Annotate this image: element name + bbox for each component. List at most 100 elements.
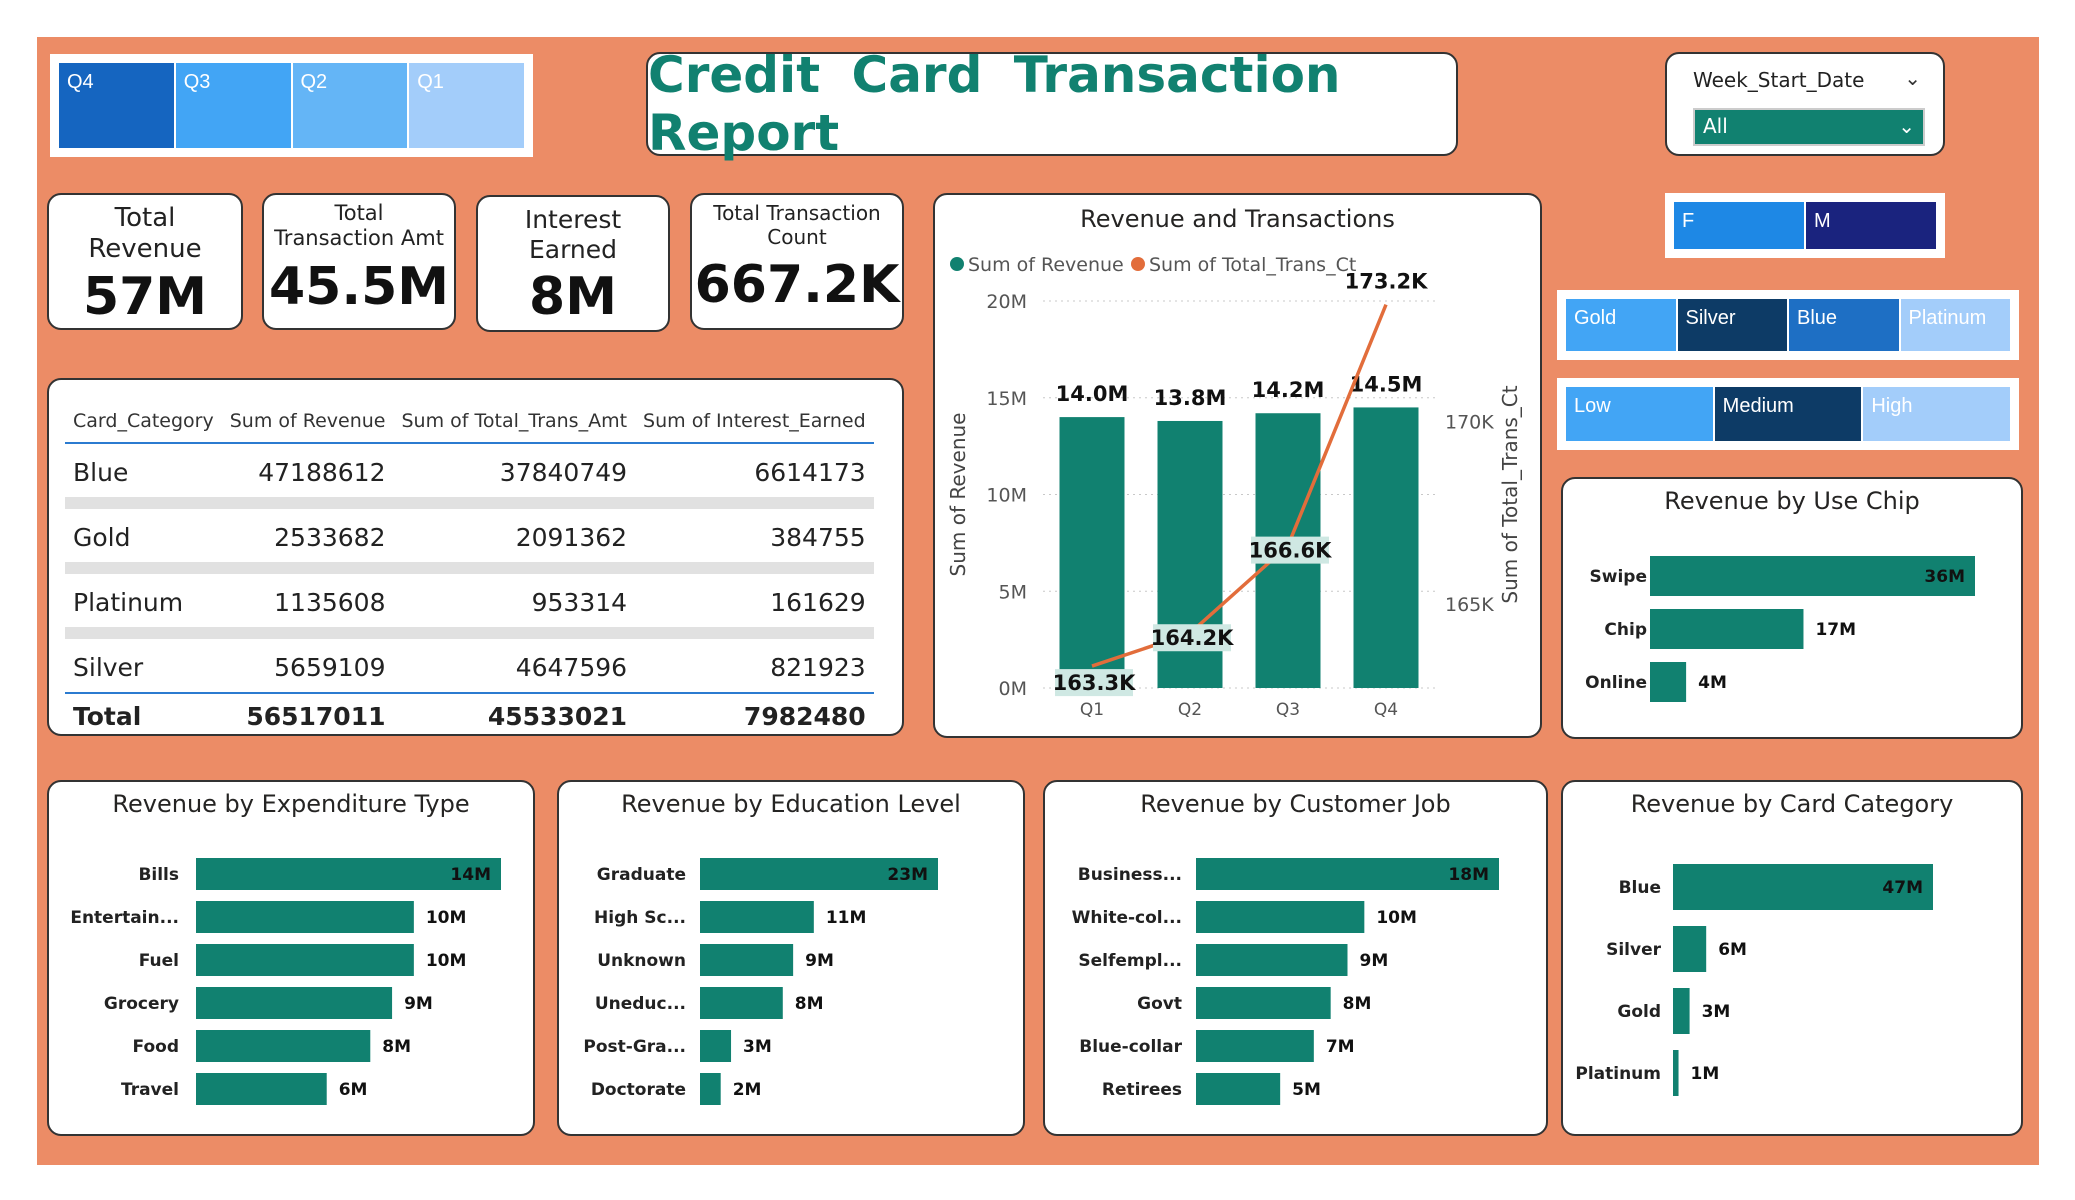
column-header[interactable]: Sum of Interest_Earned bbox=[635, 394, 874, 444]
category-label: Business... bbox=[1078, 865, 1182, 885]
quarter-slicer-tile[interactable]: Q4 bbox=[59, 63, 174, 148]
category-label: White-col... bbox=[1072, 908, 1182, 928]
bar bbox=[1650, 662, 1687, 702]
bar-data-label: 6M bbox=[1718, 940, 1747, 960]
category-label: Fuel bbox=[139, 951, 179, 971]
week-filter[interactable]: Week_Start_Date ⌄ All ⌄ bbox=[1665, 52, 1945, 156]
bar-data-label: 10M bbox=[426, 908, 467, 928]
customer-job-chart: Revenue by Customer Job Business... 18M Wh… bbox=[1043, 780, 1548, 1136]
table-total-row: Total 56517011 45533021 7982480 bbox=[65, 692, 874, 741]
hbar-chart-svg: Bills 14M Entertain... 10M Fuel 10M Grocery 9M F… bbox=[70, 858, 501, 1105]
category-label: Travel bbox=[121, 1080, 179, 1100]
card-slicer-tile[interactable]: Blue bbox=[1789, 299, 1899, 351]
category-label: Online bbox=[1585, 673, 1647, 693]
category-label: Govt bbox=[1137, 994, 1182, 1014]
y-tick-label: 15M bbox=[986, 388, 1027, 410]
bar bbox=[1196, 901, 1365, 933]
category-label: Chip bbox=[1604, 620, 1647, 640]
gender-slicer[interactable]: FM bbox=[1665, 193, 1945, 258]
category-label: Doctorate bbox=[591, 1080, 686, 1100]
combo-chart-svg: Sum of Revenue Sum of Total_Trans_Ct 0M 5M 1… bbox=[946, 254, 1522, 720]
income-slicer-tile[interactable]: Medium bbox=[1714, 387, 1862, 441]
table-header-row: Card_Category Sum of Revenue Sum of Tota… bbox=[65, 394, 874, 444]
bar bbox=[1196, 944, 1348, 976]
legend-label: Sum of Revenue bbox=[968, 254, 1124, 276]
bar-data-label: 14.2M bbox=[1252, 378, 1325, 402]
hbar-chart-svg: Business... 18M White-col... 10M Selfempl...… bbox=[1072, 858, 1499, 1105]
bar-q4 bbox=[1353, 407, 1419, 688]
kpi-interest-earned: Interest Earned 8M bbox=[476, 195, 670, 332]
quarter-slicer[interactable]: Q4 Q3 Q2 Q1 bbox=[50, 54, 533, 157]
bar bbox=[196, 1030, 371, 1062]
quarter-slicer-tile[interactable]: Q2 bbox=[292, 63, 408, 148]
bar bbox=[1196, 987, 1331, 1019]
y-tick-label: 10M bbox=[986, 485, 1027, 507]
line-data-label: 163.3K bbox=[1053, 671, 1136, 695]
week-filter-select[interactable]: All ⌄ bbox=[1693, 108, 1925, 146]
expenditure-type-chart: Revenue by Expenditure Type Bills 14M Ente… bbox=[47, 780, 535, 1136]
bar bbox=[1673, 988, 1690, 1034]
bar-data-label: 3M bbox=[743, 1037, 772, 1057]
card-category-slicer[interactable]: Gold Silver Blue Platinum bbox=[1557, 290, 2019, 360]
bar-data-label: 4M bbox=[1698, 673, 1727, 693]
income-slicer-tile[interactable]: Low bbox=[1566, 387, 1713, 441]
column-header[interactable]: Sum of Revenue bbox=[221, 394, 394, 444]
category-label: Silver bbox=[1606, 940, 1662, 960]
table-cell: 384755 bbox=[635, 503, 874, 574]
chevron-down-icon[interactable]: ⌄ bbox=[1904, 66, 1921, 90]
category-label: Blue bbox=[1619, 878, 1661, 898]
income-slicer-tile[interactable]: High bbox=[1863, 387, 2011, 441]
bar bbox=[700, 1073, 721, 1105]
kpi-label: Interest Earned bbox=[524, 205, 622, 264]
education-level-chart: Revenue by Education Level Graduate 23M Hi… bbox=[557, 780, 1025, 1136]
category-label: Entertain... bbox=[70, 908, 179, 928]
category-label: Gold bbox=[1617, 1002, 1661, 1022]
quarter-slicer-tile[interactable]: Q3 bbox=[175, 63, 291, 148]
bar-data-label: 7M bbox=[1326, 1037, 1355, 1057]
use-chip-chart: Revenue by Use Chip Swipe 36M Chip 17M Onlin… bbox=[1561, 477, 2023, 739]
chart-legend: Sum of Revenue Sum of Total_Trans_Ct bbox=[950, 254, 1356, 276]
card-slicer-tile[interactable]: Gold bbox=[1566, 299, 1676, 351]
bar-data-label: 10M bbox=[1376, 908, 1417, 928]
category-label: Retirees bbox=[1102, 1080, 1182, 1100]
table-cell: Gold bbox=[65, 503, 222, 574]
table-cell: Platinum bbox=[65, 568, 222, 639]
bar-data-label: 5M bbox=[1292, 1080, 1321, 1100]
bar-data-label: 1M bbox=[1691, 1064, 1720, 1084]
kpi-value: 45.5M bbox=[268, 257, 450, 318]
y2-tick-label: 165K bbox=[1445, 594, 1494, 616]
bar-data-label: 18M bbox=[1448, 865, 1489, 885]
hbar-chart-svg: Blue 47M Silver 6M Gold 3M Platinum 1M bbox=[1575, 864, 1933, 1096]
bar-data-label: 36M bbox=[1924, 567, 1965, 587]
quarter-slicer-tile[interactable]: Q1 bbox=[409, 63, 524, 148]
line-data-label: 166.6K bbox=[1249, 539, 1332, 563]
income-slicer[interactable]: Low Medium High bbox=[1557, 378, 2019, 450]
kpi-value: 8M bbox=[529, 267, 617, 327]
y-tick-label: 20M bbox=[986, 291, 1027, 313]
line-data-label: 164.2K bbox=[1151, 626, 1234, 650]
card-slicer-tile[interactable]: Silver bbox=[1677, 299, 1787, 351]
bar bbox=[1196, 1073, 1281, 1105]
category-label: Swipe bbox=[1590, 567, 1647, 587]
column-header[interactable]: Card_Category bbox=[65, 394, 222, 444]
table-row[interactable]: Platinum 1135608 953314 161629 bbox=[65, 568, 874, 639]
column-header[interactable]: Sum of Total_Trans_Amt bbox=[393, 394, 636, 444]
category-label: Grocery bbox=[104, 994, 179, 1014]
table-row[interactable]: Gold 2533682 2091362 384755 bbox=[65, 503, 874, 574]
table-row[interactable]: Silver 5659109 4647596 821923 bbox=[65, 633, 874, 693]
bar-data-label: 2M bbox=[733, 1080, 762, 1100]
bar-data-label: 14.0M bbox=[1056, 382, 1129, 406]
gender-slicer-tile[interactable]: F bbox=[1674, 202, 1804, 249]
bar-data-label: 17M bbox=[1815, 620, 1856, 640]
hbar-chart-svg: Graduate 23M High Sc... 11M Unknown 9M Uneduc.… bbox=[583, 858, 938, 1105]
category-label: Platinum bbox=[1575, 1064, 1661, 1084]
bar-data-label: 23M bbox=[887, 865, 928, 885]
table-row[interactable]: Blue 47188612 37840749 6614173 bbox=[65, 443, 874, 509]
gender-slicer-tile[interactable]: M bbox=[1806, 202, 1936, 249]
line-data-label: 173.2K bbox=[1345, 270, 1428, 294]
card-slicer-tile[interactable]: Platinum bbox=[1900, 299, 2010, 351]
kpi-value: 57M bbox=[82, 267, 208, 328]
bar bbox=[196, 901, 414, 933]
x-tick-label: Q4 bbox=[1374, 700, 1398, 720]
bar-data-label: 9M bbox=[404, 994, 433, 1014]
